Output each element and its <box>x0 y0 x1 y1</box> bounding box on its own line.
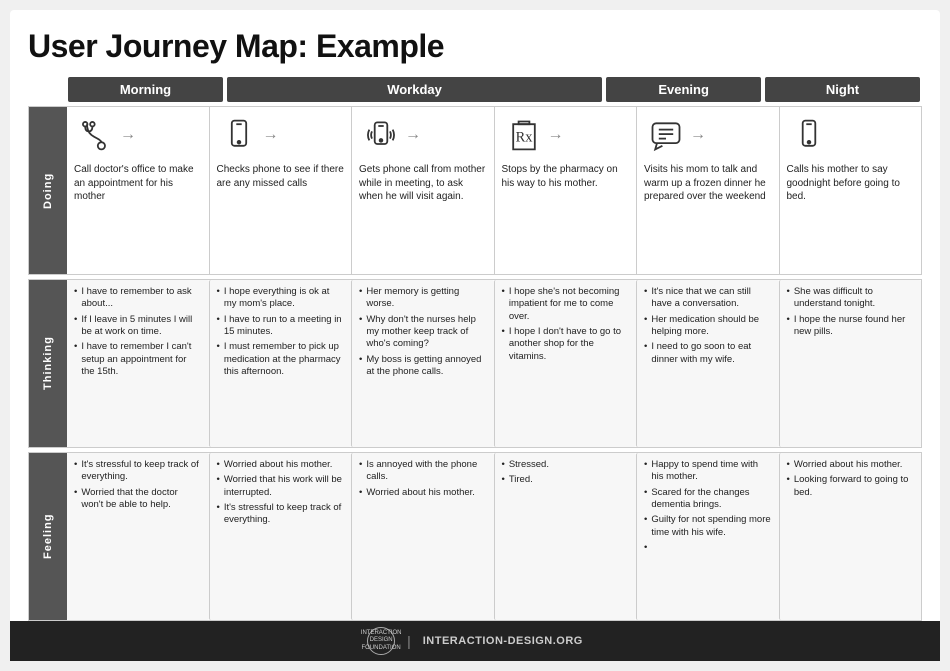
feeling-label: Feeling <box>29 453 67 620</box>
feeling-cell-evening1: Stressed. Tired. <box>494 453 637 620</box>
thinking-bullet: Her memory is getting worse. <box>359 286 487 311</box>
doing-row: Doing → <box>28 106 922 275</box>
thinking-cell-night: She was difficult to understand tonight.… <box>779 280 922 447</box>
thinking-bullet: My boss is getting annoyed at the phone … <box>359 354 487 379</box>
feeling-bullet: Looking forward to going to bed. <box>787 474 915 499</box>
doing-text-evening2: Visits his mom to talk and warm up a fro… <box>644 163 772 204</box>
feeling-bullet: Stressed. <box>502 459 630 471</box>
doing-text-night: Calls his mother to say goodnight before… <box>787 163 915 204</box>
footer-divider: | <box>407 633 411 649</box>
feeling-bullet <box>644 542 772 554</box>
footer-url: INTERACTION-DESIGN.ORG <box>423 635 583 647</box>
doing-cell-workday2: → Gets phone call from mother while in m… <box>351 107 494 274</box>
doing-text-morning: Call doctor's office to make an appointm… <box>74 163 202 204</box>
thinking-bullet: Why don't the nurses help my mother keep… <box>359 314 487 351</box>
stethoscope-icon <box>74 113 118 157</box>
feeling-bullet: Guilty for not spending more time with h… <box>644 514 772 539</box>
phase-headers: Morning Workday Evening Night <box>66 77 922 102</box>
phone-call-icon <box>787 113 831 157</box>
feeling-bullet: It's stressful to keep track of everythi… <box>217 502 345 527</box>
thinking-bullet: I must remember to pick up medication at… <box>217 341 345 378</box>
feeling-cell-night: Worried about his mother. Looking forwar… <box>779 453 922 620</box>
phase-workday: Workday <box>227 77 602 102</box>
doing-label: Doing <box>29 107 67 274</box>
feeling-cell-evening2: Happy to spend time with his mother. Sca… <box>636 453 779 620</box>
feeling-bullet: Is annoyed with the phone calls. <box>359 459 487 484</box>
feeling-bullet: Worried about his mother. <box>217 459 345 471</box>
feeling-cells: It's stressful to keep track of everythi… <box>67 453 921 620</box>
pharmacy-icon: Rx <box>502 113 546 157</box>
arrow-3: → <box>405 124 421 146</box>
thinking-row: Thinking I have to remember to ask about… <box>28 279 922 448</box>
thinking-bullet: I have to run to a meeting in 15 minutes… <box>217 314 345 339</box>
footer: INTERACTIONDESIGNFOUNDATION | INTERACTIO… <box>10 621 940 661</box>
doing-text-workday2: Gets phone call from mother while in mee… <box>359 163 487 204</box>
foundation-logo: INTERACTIONDESIGNFOUNDATION <box>367 627 395 655</box>
arrow-1: → <box>120 124 136 146</box>
thinking-bullet: It's nice that we can still have a conve… <box>644 286 772 311</box>
feeling-bullet: Happy to spend time with his mother. <box>644 459 772 484</box>
journey-table: Morning Workday Evening Night Doing <box>28 77 922 621</box>
phase-morning: Morning <box>68 77 223 102</box>
feeling-bullet: Worried about his mother. <box>359 487 487 499</box>
feeling-bullet: It's stressful to keep track of everythi… <box>74 459 202 484</box>
arrow-2: → <box>263 124 279 146</box>
thinking-cell-evening2: It's nice that we can still have a conve… <box>636 280 779 447</box>
phone-icon <box>217 113 261 157</box>
feeling-bullet: Tired. <box>502 474 630 486</box>
thinking-bullet: If I leave in 5 minutes I will be at wor… <box>74 314 202 339</box>
doing-text-workday1: Checks phone to see if there are any mis… <box>217 163 345 190</box>
chat-icon <box>644 113 688 157</box>
feeling-bullet: Worried that his work will be interrupte… <box>217 474 345 499</box>
arrow-5: → <box>690 124 706 146</box>
thinking-cell-evening1: I hope she's not becoming impatient for … <box>494 280 637 447</box>
phase-night: Night <box>765 77 920 102</box>
ringing-phone-icon <box>359 113 403 157</box>
arrow-4: → <box>548 124 564 146</box>
thinking-bullet: I have to remember to ask about... <box>74 286 202 311</box>
phase-evening: Evening <box>606 77 761 102</box>
thinking-bullet: I hope I don't have to go to another sho… <box>502 326 630 363</box>
thinking-bullet: Her medication should be helping more. <box>644 314 772 339</box>
feeling-bullet: Worried that the doctor won't be able to… <box>74 487 202 512</box>
feeling-cell-workday2: Is annoyed with the phone calls. Worried… <box>351 453 494 620</box>
doing-cell-night: Calls his mother to say goodnight before… <box>779 107 922 274</box>
thinking-bullet: I hope everything is ok at my mom's plac… <box>217 286 345 311</box>
thinking-cells: I have to remember to ask about... If I … <box>67 280 921 447</box>
page-title: User Journey Map: Example <box>28 28 922 65</box>
thinking-bullet: I hope she's not becoming impatient for … <box>502 286 630 323</box>
doing-cell-workday1: → Checks phone to see if there are any m… <box>209 107 352 274</box>
doing-cell-evening2: → Visits his mom to talk and warm up a f… <box>636 107 779 274</box>
feeling-bullet: Scared for the changes dementia brings. <box>644 487 772 512</box>
feeling-cell-workday1: Worried about his mother. Worried that h… <box>209 453 352 620</box>
svg-text:Rx: Rx <box>515 129 533 145</box>
feeling-row: Feeling It's stressful to keep track of … <box>28 452 922 621</box>
thinking-cell-workday1: I hope everything is ok at my mom's plac… <box>209 280 352 447</box>
feeling-bullet: Worried about his mother. <box>787 459 915 471</box>
thinking-label: Thinking <box>29 280 67 447</box>
thinking-bullet: I have to remember I can't setup an appo… <box>74 341 202 378</box>
thinking-cell-workday2: Her memory is getting worse. Why don't t… <box>351 280 494 447</box>
doing-cell-morning: → Call doctor's office to make an appoin… <box>67 107 209 274</box>
doing-cell-evening1: Rx → Stops by the pharmacy on his way to… <box>494 107 637 274</box>
thinking-bullet: I hope the nurse found her new pills. <box>787 314 915 339</box>
thinking-bullet: She was difficult to understand tonight. <box>787 286 915 311</box>
thinking-cell-morning: I have to remember to ask about... If I … <box>67 280 209 447</box>
feeling-cell-morning: It's stressful to keep track of everythi… <box>67 453 209 620</box>
thinking-bullet: I need to go soon to eat dinner with my … <box>644 341 772 366</box>
doing-cells: → Call doctor's office to make an appoin… <box>67 107 921 274</box>
doing-text-evening1: Stops by the pharmacy on his way to his … <box>502 163 630 190</box>
